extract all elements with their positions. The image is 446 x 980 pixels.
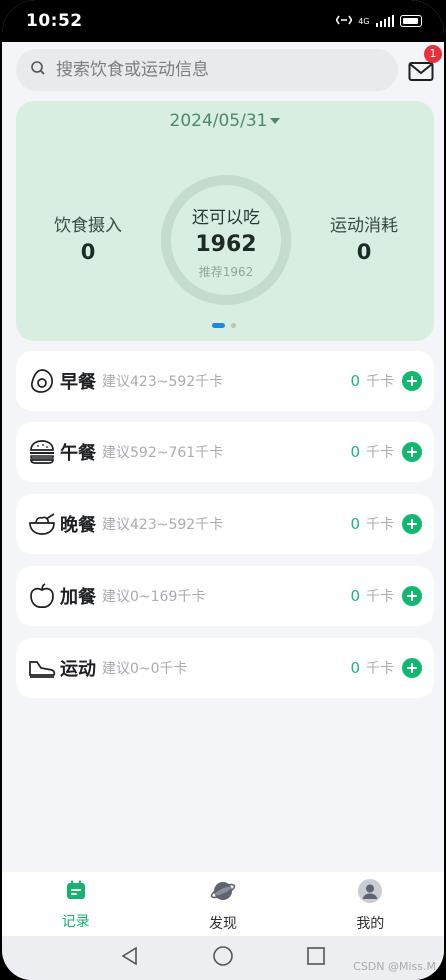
bottom-tab-bar: 记录 发现 我的 (2, 872, 444, 936)
meal-unit: 千卡 (366, 374, 394, 390)
tab-discover[interactable]: 发现 (149, 872, 296, 936)
add-lunch-button[interactable] (402, 442, 422, 462)
tab-profile[interactable]: 我的 (297, 872, 444, 936)
meal-kcal: 0 (350, 515, 360, 533)
message-button[interactable]: 1 (408, 45, 442, 83)
recommend-text: 推荐1962 (198, 265, 254, 279)
search-input[interactable] (56, 60, 356, 80)
meal-suggestion: 建议0~169千卡 (102, 589, 206, 605)
home-icon[interactable] (212, 945, 234, 971)
status-time: 10:52 (26, 11, 83, 31)
meal-kcal: 0 (350, 372, 360, 390)
battery-icon (400, 15, 422, 27)
tab-label: 我的 (356, 916, 385, 932)
watermark-text: CSDN @Miss.M (353, 960, 436, 973)
add-exercise-button[interactable] (402, 658, 422, 678)
intake-stat: 饮食摄入 0 (18, 211, 158, 264)
egg-icon (28, 367, 56, 395)
add-dinner-button[interactable] (402, 514, 422, 534)
search-bar[interactable] (16, 49, 398, 91)
remaining-label: 还可以吃 (192, 208, 260, 228)
meal-unit: 千卡 (366, 589, 394, 605)
page-indicator (212, 323, 236, 328)
intake-label: 饮食摄入 (54, 216, 122, 236)
meal-name: 加餐 (60, 587, 96, 608)
bowl-icon (28, 510, 56, 538)
meal-suggestion: 建议423~592千卡 (102, 374, 224, 390)
add-snack-button[interactable] (402, 586, 422, 606)
meal-row-snack[interactable]: 加餐 建议0~169千卡 0 千卡 (16, 566, 434, 626)
meal-row-lunch[interactable]: 午餐 建议592~761千卡 0 千卡 (16, 422, 434, 482)
meal-unit: 千卡 (366, 661, 394, 677)
meal-suggestion: 建议0~0千卡 (102, 661, 188, 677)
remaining-ring: 还可以吃 1962 推荐1962 (161, 175, 291, 305)
apple-icon (28, 582, 56, 610)
date-text: 2024/05/31 (169, 111, 268, 131)
meal-unit: 千卡 (366, 445, 394, 461)
tab-record[interactable]: 记录 (2, 872, 149, 936)
planet-icon (210, 879, 236, 907)
user-icon (358, 879, 383, 907)
meal-name: 晚餐 (60, 515, 96, 536)
mail-icon (408, 62, 434, 81)
sneaker-icon (28, 654, 56, 682)
system-nav-bar: CSDN @Miss.M (2, 936, 444, 980)
meal-kcal: 0 (350, 443, 360, 461)
intake-value: 0 (80, 240, 96, 264)
tab-label: 发现 (208, 916, 237, 932)
date-selector[interactable]: 2024/05/31 (16, 111, 434, 131)
meal-row-exercise[interactable]: 运动 建议0~0千卡 0 千卡 (16, 638, 434, 698)
meal-suggestion: 建议423~592千卡 (102, 517, 224, 533)
meal-row-breakfast[interactable]: 早餐 建议423~592千卡 0 千卡 (16, 351, 434, 411)
tab-label: 记录 (61, 914, 90, 930)
nfc-icon (335, 14, 353, 29)
meal-kcal: 0 (350, 659, 360, 677)
back-icon[interactable] (120, 946, 140, 970)
message-badge: 1 (424, 45, 442, 63)
record-icon (65, 879, 87, 905)
meal-kcal: 0 (350, 587, 360, 605)
meal-row-dinner[interactable]: 晚餐 建议423~592千卡 0 千卡 (16, 494, 434, 554)
burger-icon (28, 438, 56, 466)
signal-icon (375, 15, 394, 27)
meal-suggestion: 建议592~761千卡 (102, 445, 224, 461)
burn-stat: 运动消耗 0 (294, 211, 434, 264)
phone-screen: 10:52 4G 1 2024/05/31 饮食摄入 0 (2, 0, 444, 980)
remaining-value: 1962 (195, 232, 257, 257)
meal-unit: 千卡 (366, 517, 394, 533)
page-dot (231, 323, 236, 328)
page-dot-active (212, 323, 225, 328)
add-breakfast-button[interactable] (402, 371, 422, 391)
recents-icon[interactable] (306, 946, 326, 970)
search-icon (30, 60, 46, 80)
status-icons: 4G (335, 14, 422, 29)
burn-value: 0 (356, 240, 372, 264)
meal-name: 运动 (60, 659, 96, 680)
meal-name: 午餐 (60, 443, 96, 464)
network-type: 4G (358, 16, 370, 26)
caret-down-icon (270, 118, 281, 124)
daily-summary-card: 2024/05/31 饮食摄入 0 还可以吃 1962 推荐1962 运动消耗 … (16, 101, 434, 341)
status-bar: 10:52 4G (2, 0, 444, 42)
meal-name: 早餐 (60, 372, 96, 393)
top-row: 1 (16, 45, 442, 91)
burn-label: 运动消耗 (330, 216, 398, 236)
